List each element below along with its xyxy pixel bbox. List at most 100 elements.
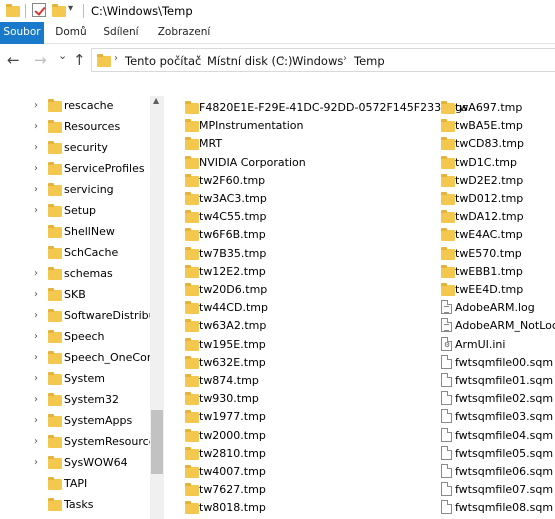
file-name: tw930.tmp — [199, 392, 259, 406]
forward-arrow-icon[interactable]: → — [34, 51, 47, 69]
expand-chevron-icon[interactable]: › — [34, 163, 38, 174]
sidebar-item-label: security — [64, 141, 108, 154]
file-name: tw4007.tmp — [199, 465, 266, 478]
log-file-icon — [441, 300, 452, 315]
breadcrumb-separator[interactable]: › — [196, 53, 200, 64]
folder-icon — [48, 477, 62, 490]
breadcrumb-separator[interactable]: › — [281, 53, 285, 64]
properties-checkmark-icon[interactable] — [32, 3, 46, 17]
file-name: fwtsqmfile08.sqm — [455, 501, 554, 515]
sidebar-item[interactable]: TAPI — [0, 474, 150, 495]
folder-icon — [48, 414, 62, 427]
sidebar-scrollbar-thumb[interactable] — [151, 410, 163, 474]
expand-chevron-icon[interactable]: › — [34, 331, 38, 342]
sidebar-item[interactable]: › Speech — [0, 327, 150, 348]
sidebar-item[interactable]: › rescache — [0, 96, 150, 117]
address-folder-icon — [97, 54, 111, 67]
folder-icon — [185, 501, 199, 515]
expand-chevron-icon[interactable]: › — [34, 394, 38, 405]
navigation-bar: ← → ⌄ ↑ › Tento počítač › Místní disk (C… — [0, 44, 555, 76]
expand-chevron-icon[interactable]: › — [34, 415, 38, 426]
breadcrumb-temp[interactable]: Temp — [354, 54, 385, 68]
folder-icon — [48, 183, 62, 196]
sidebar-item[interactable]: › SysWOW64 — [0, 453, 150, 474]
tab-view[interactable]: Zobrazení — [150, 22, 218, 44]
sidebar-item[interactable]: › Setup — [0, 201, 150, 222]
sidebar-item[interactable]: › System32 — [0, 390, 150, 411]
folder-icon — [48, 204, 62, 217]
file-name: fwtsqmfile05.sqm — [455, 446, 554, 460]
file-name: twDA12.tmp — [455, 210, 524, 224]
breadcrumb-windows[interactable]: Windows — [292, 54, 343, 68]
file-name: twE570.tmp — [455, 246, 522, 260]
expand-chevron-icon[interactable]: › — [34, 289, 38, 300]
sidebar-item[interactable]: Tasks — [0, 495, 150, 516]
sidebar-item-label: ServiceProfiles — [64, 162, 145, 175]
back-arrow-icon[interactable]: ← — [7, 51, 20, 69]
sidebar-item-label: SKB — [64, 288, 86, 301]
sidebar-item[interactable]: › schemas — [0, 264, 150, 285]
file-name: fwtsqmfile06.sqm — [455, 465, 554, 478]
tab-share[interactable]: Sdílení — [100, 22, 142, 44]
breadcrumb-separator[interactable]: › — [343, 53, 347, 64]
expand-chevron-icon[interactable]: › — [34, 205, 38, 216]
file-name: ArmUI.ini — [455, 337, 506, 351]
breadcrumb-separator[interactable]: › — [114, 53, 118, 64]
folder-icon — [185, 392, 199, 406]
settings-file-icon — [441, 336, 452, 351]
file-name: tw874.tmp — [199, 374, 259, 387]
sidebar-item-label: SchCache — [64, 246, 119, 259]
sidebar-item[interactable]: › System — [0, 369, 150, 390]
folder-icon — [185, 264, 199, 278]
sidebar-item-label: schemas — [64, 267, 113, 280]
file-list[interactable]: F4820E1E-F29E-41DC-92DD-0572F145F233-Sig… — [164, 96, 555, 519]
sidebar-item[interactable]: › servicing — [0, 180, 150, 201]
sidebar-item[interactable]: › SoftwareDistribution — [0, 306, 164, 327]
expand-chevron-icon[interactable]: › — [34, 121, 38, 132]
file-name: twD1C.tmp — [455, 155, 517, 169]
file-icon — [441, 464, 452, 478]
folder-icon — [48, 225, 62, 238]
expand-chevron-icon[interactable]: › — [34, 184, 38, 195]
sidebar-item-label: rescache — [64, 99, 114, 112]
folder-icon — [185, 246, 199, 260]
sidebar-item[interactable]: › SystemApps — [0, 411, 150, 432]
tab-home[interactable]: Domů — [50, 22, 92, 44]
expand-chevron-icon[interactable]: › — [34, 142, 38, 153]
address-bar[interactable]: › Tento počítač › Místní disk (C:) › Win… — [91, 48, 555, 72]
file-name: fwtsqmfile03.sqm — [455, 410, 554, 424]
expand-chevron-icon[interactable]: › — [34, 310, 38, 321]
expand-chevron-icon[interactable]: › — [34, 373, 38, 384]
file-name: fwtsqmfile04.sqm — [455, 428, 554, 442]
expand-chevron-icon[interactable]: › — [34, 268, 38, 279]
title-bar: ▾ C:\Windows\Temp — [0, 0, 555, 22]
sidebar-item[interactable]: SchCache — [0, 243, 150, 264]
sidebar-item-label: System — [64, 372, 106, 385]
expand-chevron-icon[interactable]: › — [34, 100, 38, 111]
quick-access-dropdown-icon[interactable]: ▾ — [68, 3, 73, 14]
expand-chevron-icon[interactable]: › — [34, 457, 38, 468]
tab-file[interactable]: Soubor — [0, 22, 44, 44]
up-arrow-icon[interactable]: ↑ — [73, 51, 86, 69]
breadcrumb-this-pc[interactable]: Tento počítač — [125, 54, 201, 68]
new-folder-icon[interactable] — [52, 4, 66, 17]
navigation-pane[interactable]: › rescache › Resources › security › ServiceProf… — [0, 96, 164, 519]
sidebar-item-label: SystemApps — [64, 414, 133, 427]
recent-locations-chevron-icon[interactable]: ⌄ — [58, 49, 67, 62]
breadcrumb-local-disk[interactable]: Místní disk (C:) — [207, 54, 292, 68]
sidebar-item-label: SoftwareDistribution — [64, 309, 164, 322]
sidebar-item[interactable]: › ServiceProfiles — [0, 159, 150, 180]
expand-chevron-icon[interactable]: › — [34, 352, 38, 363]
folder-icon — [441, 173, 455, 187]
sidebar-item[interactable]: › SKB — [0, 285, 150, 306]
sidebar-item-label: Resources — [64, 120, 121, 133]
file-name: tw195E.tmp — [199, 337, 266, 351]
sidebar-item[interactable]: › SystemResources — [0, 432, 161, 453]
sidebar-item[interactable]: › Speech_OneCore — [0, 348, 158, 369]
sidebar-item[interactable]: › Resources — [0, 117, 150, 138]
sidebar-item[interactable]: ShellNew — [0, 222, 150, 243]
expand-chevron-icon[interactable]: › — [34, 436, 38, 447]
folder-icon — [185, 192, 199, 205]
scroll-up-arrow-icon[interactable]: ▲ — [153, 96, 159, 105]
sidebar-item[interactable]: › security — [0, 138, 150, 159]
